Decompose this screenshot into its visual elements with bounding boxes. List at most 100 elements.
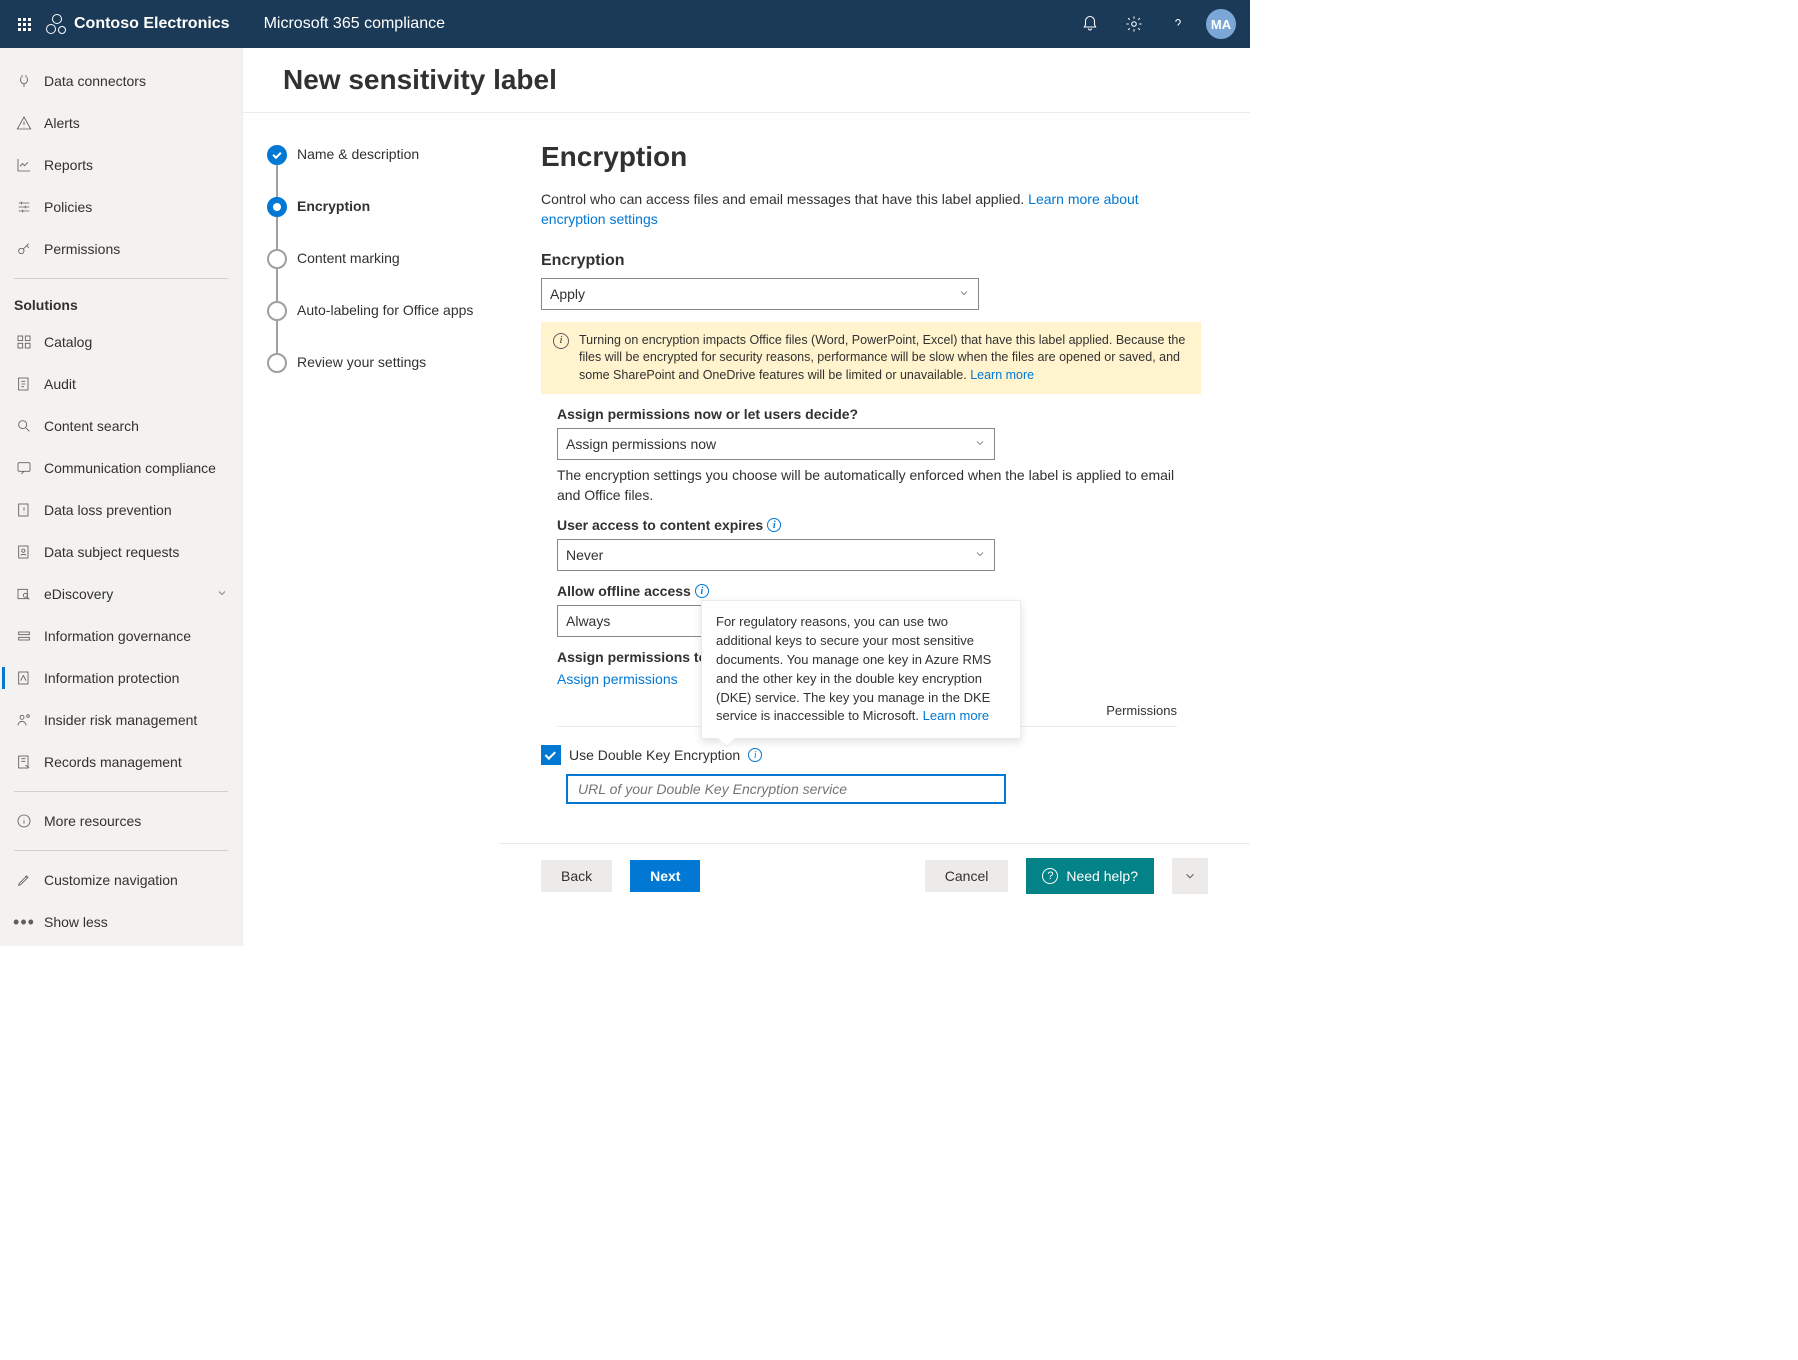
- expires-label: User access to content expires i: [557, 517, 1230, 533]
- nav-divider: [14, 278, 228, 279]
- info-icon[interactable]: i: [767, 518, 781, 532]
- encryption-section-label: Encryption: [541, 252, 1230, 270]
- wizard-steps: Name & description Encryption Content ma…: [243, 113, 499, 946]
- dots-icon: •••: [14, 912, 34, 933]
- info-icon[interactable]: i: [748, 748, 762, 762]
- risk-icon: [16, 712, 32, 728]
- help-button[interactable]: [1158, 0, 1198, 48]
- nav-divider: [14, 850, 228, 851]
- nav-data-loss-prevention[interactable]: Data loss prevention: [0, 489, 242, 531]
- nav-data-subject-requests[interactable]: Data subject requests: [0, 531, 242, 573]
- chevron-down-icon: [974, 547, 986, 563]
- gear-icon: [1125, 15, 1143, 33]
- offline-label: Allow offline access i: [557, 583, 1230, 599]
- need-help-button[interactable]: ?Need help?: [1026, 858, 1154, 894]
- nav-audit[interactable]: Audit: [0, 363, 242, 405]
- settings-button[interactable]: [1114, 0, 1154, 48]
- bell-icon: [1081, 15, 1099, 33]
- nav-information-governance[interactable]: Information governance: [0, 615, 242, 657]
- brand[interactable]: Contoso Electronics: [46, 14, 230, 34]
- nav-more-resources[interactable]: More resources: [0, 800, 242, 842]
- nav-content-search[interactable]: Content search: [0, 405, 242, 447]
- chevron-down-icon: [958, 286, 970, 302]
- main: New sensitivity label Name & description…: [243, 48, 1250, 946]
- alert-icon: [16, 115, 32, 131]
- audit-icon: [16, 376, 32, 392]
- nav-records-management[interactable]: Records management: [0, 741, 242, 783]
- banner-learn-more-link[interactable]: Learn more: [970, 368, 1034, 382]
- help-collapse-button[interactable]: [1172, 858, 1208, 894]
- governance-icon: [16, 628, 32, 644]
- dsr-icon: [16, 544, 32, 560]
- nav-insider-risk[interactable]: Insider risk management: [0, 699, 242, 741]
- next-button[interactable]: Next: [630, 860, 700, 892]
- app-launcher[interactable]: [8, 8, 40, 40]
- info-icon: i: [553, 333, 569, 349]
- brand-name: Contoso Electronics: [74, 15, 230, 33]
- nav-data-connectors[interactable]: Data connectors: [0, 60, 242, 102]
- cancel-button[interactable]: Cancel: [925, 860, 1009, 892]
- step-name-description[interactable]: Name & description: [267, 145, 499, 165]
- dke-label: Use Double Key Encryption: [569, 747, 740, 763]
- encryption-mode-dropdown[interactable]: Apply: [541, 278, 979, 310]
- search-icon: [16, 418, 32, 434]
- chevron-down-icon: [974, 436, 986, 452]
- nav-show-less[interactable]: •••Show less: [0, 901, 242, 943]
- step-review[interactable]: Review your settings: [267, 353, 499, 373]
- nav-information-protection[interactable]: Information protection: [0, 657, 242, 699]
- top-bar: Contoso Electronics Microsoft 365 compli…: [0, 0, 1250, 48]
- assign-permissions-link[interactable]: Assign permissions: [557, 671, 678, 687]
- form-panel: Encryption Control who can access files …: [499, 113, 1250, 946]
- chat-icon: [16, 460, 32, 476]
- chevron-down-icon: [216, 586, 228, 602]
- catalog-icon: [16, 334, 32, 350]
- dke-url-input[interactable]: [567, 775, 1005, 803]
- ediscovery-icon: [16, 586, 32, 602]
- sliders-icon: [16, 199, 32, 215]
- step-content-marking[interactable]: Content marking: [267, 249, 499, 269]
- user-avatar[interactable]: MA: [1206, 9, 1236, 39]
- notifications-button[interactable]: [1070, 0, 1110, 48]
- expires-dropdown[interactable]: Never: [557, 539, 995, 571]
- left-nav: Data connectors Alerts Reports Policies …: [0, 48, 243, 946]
- nav-catalog[interactable]: Catalog: [0, 321, 242, 363]
- question-icon: [1169, 15, 1187, 33]
- dke-row: Use Double Key Encryption i For regulato…: [541, 745, 1230, 765]
- page-title: New sensitivity label: [283, 64, 1250, 96]
- panel-description: Control who can access files and email m…: [541, 189, 1161, 230]
- dke-checkbox[interactable]: [541, 745, 561, 765]
- back-button[interactable]: Back: [541, 860, 612, 892]
- pencil-icon: [16, 872, 32, 888]
- assign-mode-help: The encryption settings you choose will …: [557, 466, 1177, 505]
- nav-section-solutions: Solutions: [0, 287, 242, 321]
- nav-communication-compliance[interactable]: Communication compliance: [0, 447, 242, 489]
- assign-mode-label: Assign permissions now or let users deci…: [557, 406, 1230, 422]
- wizard-footer: Back Next Cancel ?Need help?: [499, 843, 1250, 908]
- waffle-icon: [18, 18, 31, 31]
- encryption-impact-banner: i Turning on encryption impacts Office f…: [541, 322, 1201, 395]
- dlp-icon: [16, 502, 32, 518]
- step-encryption[interactable]: Encryption: [267, 197, 499, 217]
- nav-ediscovery[interactable]: eDiscovery: [0, 573, 242, 615]
- nav-alerts[interactable]: Alerts: [0, 102, 242, 144]
- info-icon: [16, 813, 32, 829]
- question-icon: ?: [1042, 868, 1058, 884]
- chart-icon: [16, 157, 32, 173]
- main-header: New sensitivity label: [243, 48, 1250, 113]
- chevron-down-icon: [1183, 869, 1197, 883]
- panel-heading: Encryption: [541, 141, 1230, 173]
- info-icon[interactable]: i: [695, 584, 709, 598]
- plug-icon: [16, 73, 32, 89]
- nav-divider: [14, 791, 228, 792]
- brand-icon: [46, 14, 66, 34]
- assign-mode-dropdown[interactable]: Assign permissions now: [557, 428, 995, 460]
- step-auto-labeling[interactable]: Auto-labeling for Office apps: [267, 301, 499, 321]
- records-icon: [16, 754, 32, 770]
- nav-permissions[interactable]: Permissions: [0, 228, 242, 270]
- nav-reports[interactable]: Reports: [0, 144, 242, 186]
- tooltip-learn-more-link[interactable]: Learn more: [923, 708, 989, 723]
- nav-customize[interactable]: Customize navigation: [0, 859, 242, 901]
- nav-policies[interactable]: Policies: [0, 186, 242, 228]
- protect-icon: [16, 670, 32, 686]
- key-icon: [16, 241, 32, 257]
